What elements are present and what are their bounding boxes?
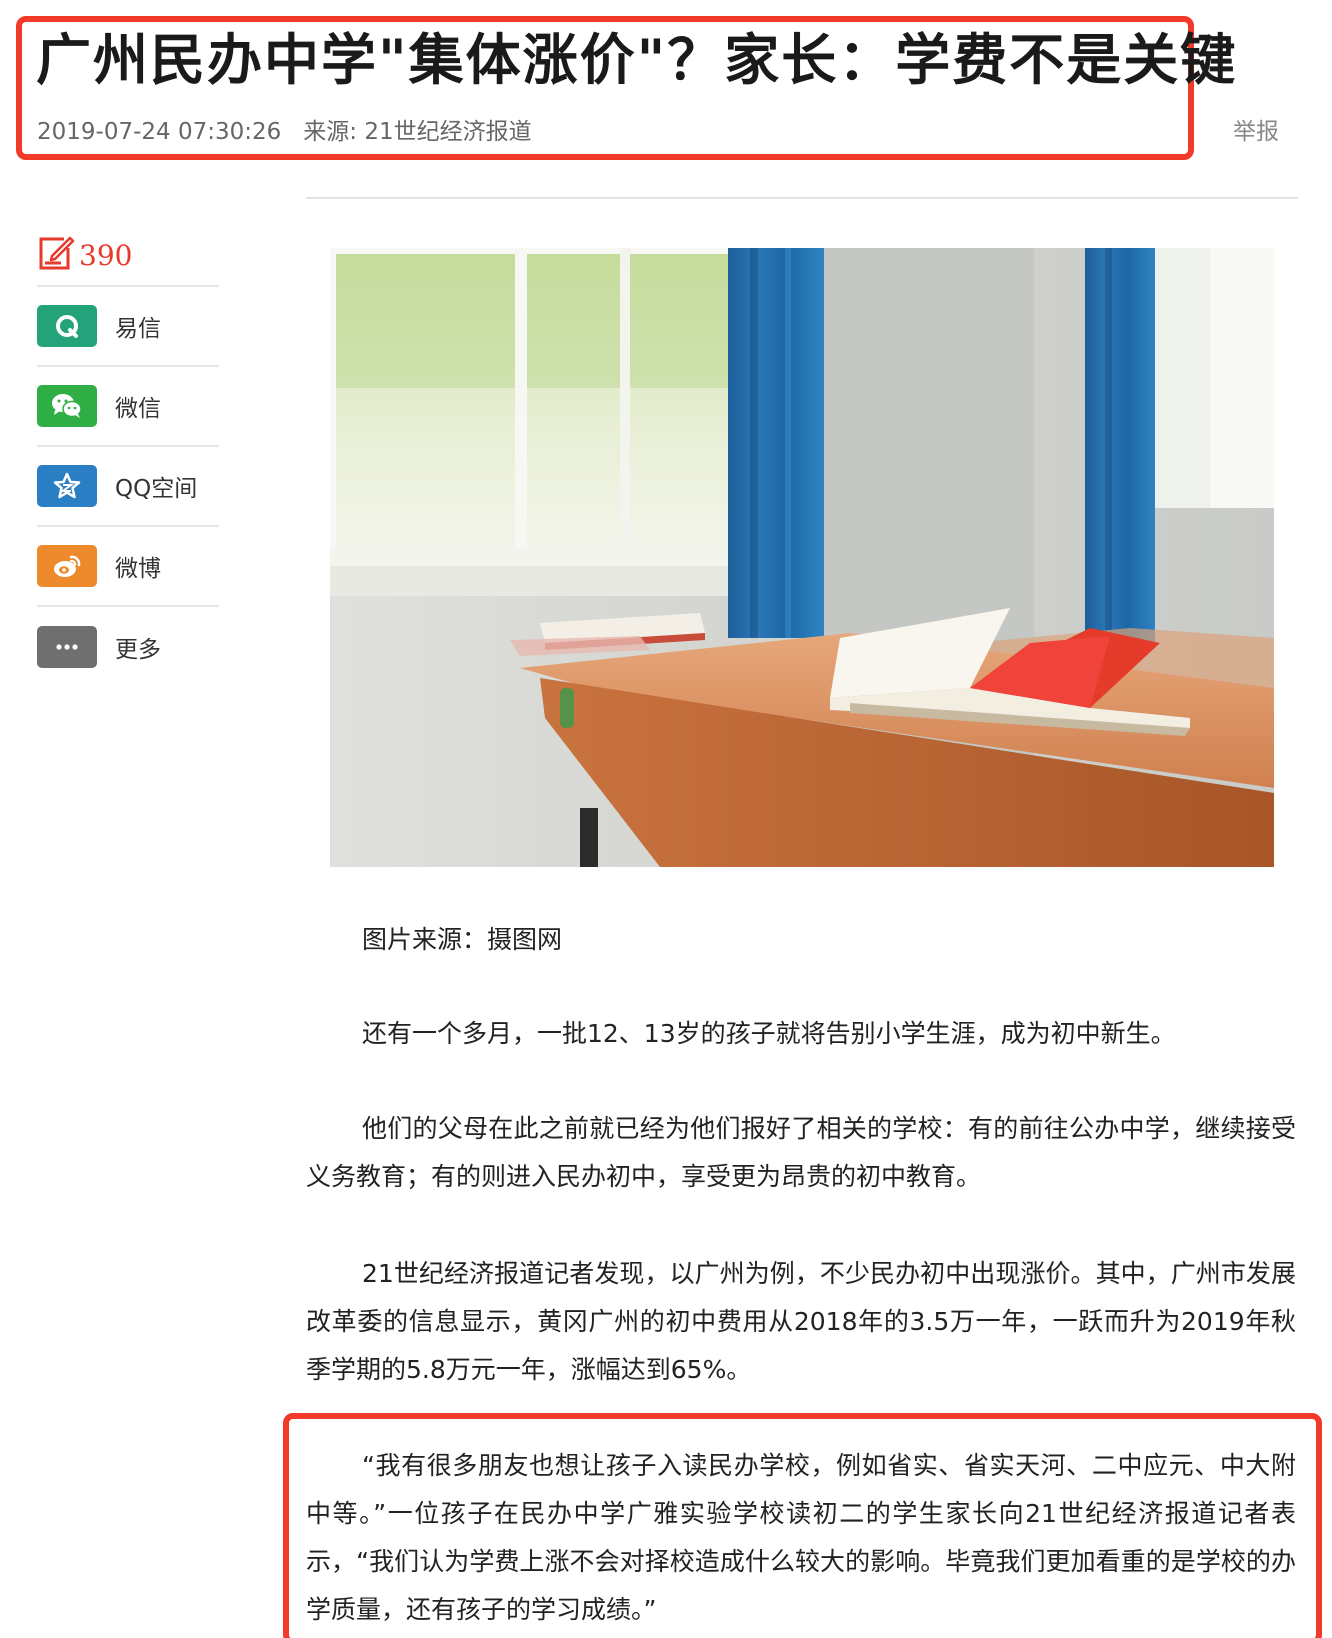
comment-edit-icon xyxy=(37,234,75,276)
share-sidebar: 390 易信 微信 QQ空间 微博 更多 xyxy=(37,225,219,687)
article-datetime: 2019-07-24 07:30:26 xyxy=(37,119,282,145)
share-more-label: 更多 xyxy=(115,637,161,663)
comment-count: 390 xyxy=(79,238,133,272)
article-page: 广州民办中学"集体涨价"？家长：学费不是关键 2019-07-24 07:30:… xyxy=(0,0,1332,1638)
share-wechat-label: 微信 xyxy=(115,396,161,422)
article-paragraph: 他们的父母在此之前就已经为他们报好了相关的学校：有的前往公办中学，继续接受义务教… xyxy=(306,1114,1296,1191)
comment-count-button[interactable]: 390 xyxy=(37,225,219,287)
wechat-icon xyxy=(37,385,97,427)
article-photo xyxy=(330,248,1274,867)
quote-highlight-box xyxy=(283,1413,1322,1638)
article-meta: 2019-07-24 07:30:26 来源: 21世纪经济报道 xyxy=(37,112,532,146)
report-link[interactable]: 举报 xyxy=(1233,112,1279,146)
share-qzone-label: QQ空间 xyxy=(115,476,198,502)
share-yixin-label: 易信 xyxy=(115,316,161,342)
weibo-icon xyxy=(37,545,97,587)
yixin-icon xyxy=(37,305,97,347)
share-yixin-button[interactable]: 易信 xyxy=(37,287,219,367)
header-divider xyxy=(306,197,1298,199)
qzone-star-icon xyxy=(37,465,97,507)
share-weibo-button[interactable]: 微博 xyxy=(37,527,219,607)
photo-caption: 图片来源：摄图网 xyxy=(362,925,563,954)
article-title: 广州民办中学"集体涨价"？家长：学费不是关键 xyxy=(36,28,1238,92)
article-paragraph: 21世纪经济报道记者发现，以广州为例，不少民办初中出现涨价。其中，广州市发展改革… xyxy=(306,1259,1296,1384)
article-source: 来源: 21世纪经济报道 xyxy=(303,119,532,145)
share-qzone-button[interactable]: QQ空间 xyxy=(37,447,219,527)
share-more-button[interactable]: 更多 xyxy=(37,607,219,687)
article-paragraph: 还有一个多月，一批12、13岁的孩子就将告别小学生涯，成为初中新生。 xyxy=(362,1019,1176,1048)
share-wechat-button[interactable]: 微信 xyxy=(37,367,219,447)
share-weibo-label: 微博 xyxy=(115,556,161,582)
more-dots-icon xyxy=(37,626,97,668)
